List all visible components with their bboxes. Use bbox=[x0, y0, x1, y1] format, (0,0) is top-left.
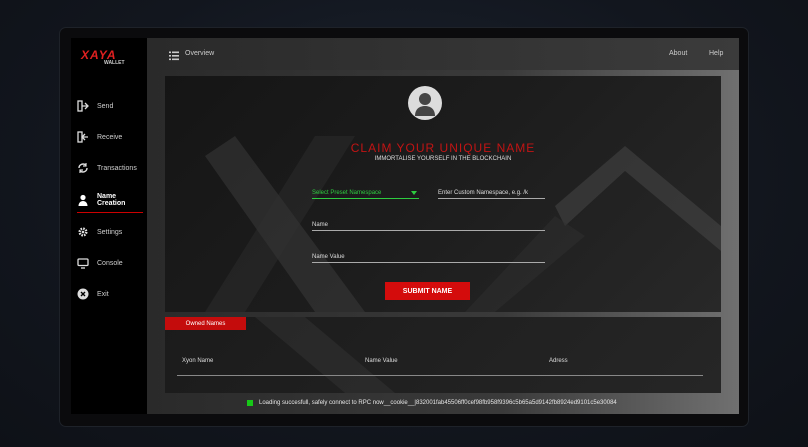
send-icon bbox=[77, 100, 89, 112]
custom-namespace-input[interactable]: Enter Custom Namespace, e.g. /k bbox=[438, 187, 545, 199]
receive-icon bbox=[77, 131, 89, 143]
transactions-icon bbox=[77, 162, 89, 174]
sidebar-item-label: Console bbox=[97, 259, 123, 267]
help-link[interactable]: Help bbox=[709, 50, 723, 57]
column-header-name-value[interactable]: Name Value bbox=[365, 358, 398, 364]
preset-namespace-select[interactable]: Select Preset Namespace bbox=[312, 187, 419, 199]
name-value-placeholder: Name Value bbox=[312, 253, 345, 260]
chevron-down-icon bbox=[411, 190, 417, 195]
background-x-decoration bbox=[255, 317, 395, 393]
table-divider bbox=[177, 375, 703, 376]
column-header-xyon-name[interactable]: Xyon Name bbox=[182, 358, 213, 364]
status-indicator-icon bbox=[247, 400, 253, 406]
logo-subtext: WALLET bbox=[104, 60, 125, 66]
custom-namespace-placeholder: Enter Custom Namespace, e.g. /k bbox=[438, 189, 529, 196]
sidebar-item-label: Send bbox=[97, 102, 114, 110]
sidebar: XAYA WALLET Send Receive Transactions Na… bbox=[71, 38, 147, 414]
overview-link[interactable]: Overview bbox=[185, 50, 214, 57]
topbar: Overview About Help bbox=[147, 38, 739, 70]
owned-names-panel: Owned Names Xyon Name Name Value Adress bbox=[165, 317, 721, 393]
sidebar-item-settings[interactable]: Settings bbox=[77, 222, 143, 242]
sidebar-item-exit[interactable]: Exit bbox=[77, 284, 143, 304]
submit-name-button[interactable]: SUBMIT NAME bbox=[385, 282, 470, 300]
sidebar-item-name-creation[interactable]: Name Creation bbox=[77, 190, 143, 213]
name-value-input[interactable]: Name Value bbox=[312, 251, 545, 263]
column-header-address[interactable]: Adress bbox=[549, 358, 568, 364]
wallet-window: XAYA WALLET Send Receive Transactions Na… bbox=[71, 38, 739, 414]
close-icon bbox=[77, 288, 89, 300]
avatar-icon bbox=[408, 86, 442, 130]
main-area: Overview About Help CLAIM YOUR UNIQUE NA bbox=[147, 38, 739, 414]
sidebar-item-label: Receive bbox=[97, 133, 123, 141]
sidebar-item-transactions[interactable]: Transactions bbox=[77, 158, 143, 178]
page-subtitle: IMMORTALISE YOURSELF IN THE BLOCKCHAIN bbox=[374, 156, 512, 162]
name-placeholder: Name bbox=[312, 221, 329, 228]
sidebar-item-label: Name Creation bbox=[97, 193, 126, 207]
preset-namespace-label: Select Preset Namespace bbox=[312, 189, 382, 196]
sidebar-item-label: Exit bbox=[97, 290, 109, 298]
tab-owned-names[interactable]: Owned Names bbox=[165, 317, 246, 330]
sidebar-item-label: Settings bbox=[97, 228, 123, 236]
list-icon[interactable] bbox=[169, 48, 179, 61]
sidebar-item-console[interactable]: Console bbox=[77, 253, 143, 273]
sidebar-item-receive[interactable]: Receive bbox=[77, 127, 143, 147]
sidebar-item-label: Transactions bbox=[97, 164, 137, 172]
claim-name-panel: CLAIM YOUR UNIQUE NAME IMMORTALISE YOURS… bbox=[165, 76, 721, 312]
gear-icon bbox=[77, 226, 89, 238]
page-title: CLAIM YOUR UNIQUE NAME bbox=[350, 141, 536, 155]
sidebar-item-send[interactable]: Send bbox=[77, 96, 143, 116]
name-input[interactable]: Name bbox=[312, 219, 545, 231]
user-icon bbox=[77, 194, 89, 206]
console-icon bbox=[77, 257, 89, 269]
status-bar: Loading succesfull, safely connect to RP… bbox=[247, 400, 617, 406]
about-link[interactable]: About bbox=[669, 50, 687, 57]
status-text: Loading succesfull, safely connect to RP… bbox=[259, 400, 617, 406]
